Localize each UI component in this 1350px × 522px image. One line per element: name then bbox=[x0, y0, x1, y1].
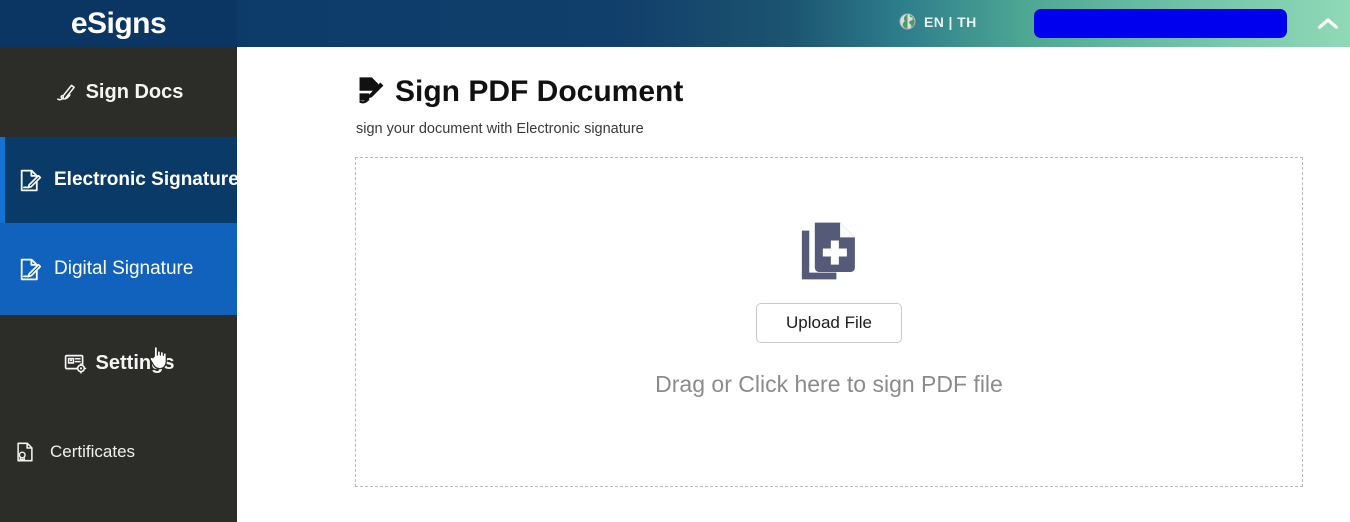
main-content: Sign PDF Document sign your document wit… bbox=[237, 47, 1350, 522]
sidebar-item-certificates[interactable]: Certificates bbox=[0, 411, 237, 493]
sidebar: Sign Docs Electronic Signature Digital S… bbox=[0, 47, 239, 522]
document-pen-icon bbox=[17, 257, 42, 282]
top-header: eSigns EN | TH bbox=[0, 0, 1350, 47]
sidebar-item-label: Settings bbox=[95, 351, 175, 374]
id-card-gear-icon bbox=[63, 351, 87, 375]
sidebar-item-settings[interactable]: Settings bbox=[0, 315, 237, 411]
sidebar-item-sign-docs[interactable]: Sign Docs bbox=[0, 47, 237, 137]
add-file-icon bbox=[792, 214, 866, 288]
certificate-award-icon bbox=[14, 441, 36, 463]
sidebar-item-label: Electronic Signature bbox=[54, 169, 239, 190]
page-subtitle: sign your document with Electronic signa… bbox=[356, 121, 644, 137]
sign-document-icon bbox=[355, 74, 386, 110]
sidebar-item-label: Digital Signature bbox=[54, 258, 194, 279]
pen-signature-icon bbox=[54, 81, 77, 104]
dropzone-hint: Drag or Click here to sign PDF file bbox=[655, 371, 1003, 397]
sidebar-item-label: Certificates bbox=[50, 442, 136, 461]
language-switcher[interactable]: EN | TH bbox=[899, 13, 977, 30]
language-label: EN | TH bbox=[924, 13, 977, 30]
brand-title: eSigns bbox=[70, 6, 167, 40]
header-action-pill[interactable] bbox=[1034, 9, 1287, 38]
file-dropzone[interactable]: Upload File Drag or Click here to sign P… bbox=[355, 157, 1303, 487]
upload-file-button[interactable]: Upload File bbox=[756, 303, 902, 343]
document-pen-icon bbox=[17, 168, 42, 193]
page-title: Sign PDF Document bbox=[395, 75, 684, 108]
sidebar-item-digital-signature[interactable]: Digital Signature bbox=[0, 223, 237, 315]
brand-logo[interactable]: eSigns bbox=[0, 0, 237, 47]
sidebar-item-electronic-signature[interactable]: Electronic Signature bbox=[0, 137, 239, 223]
sidebar-item-label: Sign Docs bbox=[85, 80, 184, 103]
chevron-up-icon[interactable] bbox=[1313, 13, 1343, 35]
globe-icon bbox=[899, 13, 916, 30]
app-root: eSigns EN | TH Sign Docs Electronic Sign… bbox=[0, 0, 1350, 522]
page-header: Sign PDF Document sign your document wit… bbox=[355, 74, 684, 138]
